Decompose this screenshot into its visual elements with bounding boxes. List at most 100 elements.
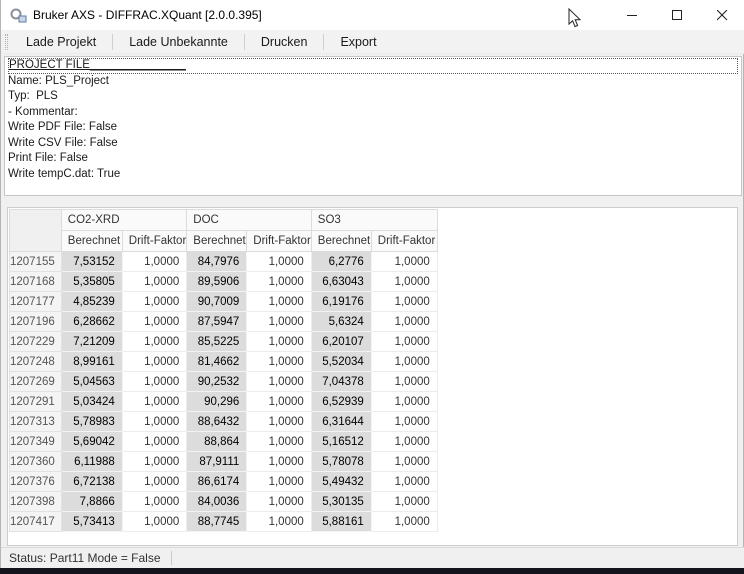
drift-faktor-cell[interactable]: 1,0000: [122, 392, 187, 412]
drucken-button[interactable]: Drucken: [249, 32, 320, 52]
berechnet-cell[interactable]: 6,20107: [311, 332, 371, 352]
lade-unbekannte-button[interactable]: Lade Unbekannte: [117, 32, 240, 52]
berechnet-cell[interactable]: 6,63043: [311, 272, 371, 292]
export-button[interactable]: Export: [328, 32, 388, 52]
berechnet-cell[interactable]: 5,04563: [61, 372, 122, 392]
berechnet-cell[interactable]: 86,6174: [187, 472, 247, 492]
col-header-berechnet[interactable]: Berechnet: [311, 231, 371, 252]
drift-faktor-cell[interactable]: 1,0000: [122, 432, 187, 452]
drift-faktor-cell[interactable]: 1,0000: [122, 252, 187, 272]
row-id-cell[interactable]: 1207155: [10, 252, 62, 272]
berechnet-cell[interactable]: 90,2532: [187, 372, 247, 392]
drift-faktor-cell[interactable]: 1,0000: [122, 492, 187, 512]
berechnet-cell[interactable]: 5,73413: [61, 512, 122, 532]
row-id-cell[interactable]: 1207269: [10, 372, 62, 392]
close-button[interactable]: [700, 0, 744, 30]
titlebar[interactable]: Bruker AXS - DIFFRAC.XQuant [2.0.0.395]: [1, 0, 744, 30]
drift-faktor-cell[interactable]: 1,0000: [247, 292, 312, 312]
maximize-button[interactable]: [655, 0, 700, 30]
drift-faktor-cell[interactable]: 1,0000: [371, 452, 437, 472]
drift-faktor-cell[interactable]: 1,0000: [122, 332, 187, 352]
drift-faktor-cell[interactable]: 1,0000: [371, 292, 437, 312]
drift-faktor-cell[interactable]: 1,0000: [247, 312, 312, 332]
berechnet-cell[interactable]: 90,7009: [187, 292, 247, 312]
minimize-button[interactable]: [610, 0, 655, 30]
row-id-cell[interactable]: 1207360: [10, 452, 62, 472]
drift-faktor-cell[interactable]: 1,0000: [247, 372, 312, 392]
berechnet-cell[interactable]: 5,03424: [61, 392, 122, 412]
berechnet-cell[interactable]: 84,0036: [187, 492, 247, 512]
drift-faktor-cell[interactable]: 1,0000: [371, 492, 437, 512]
lade-projekt-button[interactable]: Lade Projekt: [14, 32, 108, 52]
drift-faktor-cell[interactable]: 1,0000: [371, 352, 437, 372]
col-header-drift-faktor[interactable]: Drift-Faktor: [247, 231, 312, 252]
drift-faktor-cell[interactable]: 1,0000: [247, 452, 312, 472]
berechnet-cell[interactable]: 81,4662: [187, 352, 247, 372]
row-id-cell[interactable]: 1207376: [10, 472, 62, 492]
toolbar-grip-icon[interactable]: [5, 34, 8, 50]
berechnet-cell[interactable]: 6,31644: [311, 412, 371, 432]
row-id-cell[interactable]: 1207291: [10, 392, 62, 412]
drift-faktor-cell[interactable]: 1,0000: [122, 372, 187, 392]
drift-faktor-cell[interactable]: 1,0000: [247, 412, 312, 432]
row-id-cell[interactable]: 1207229: [10, 332, 62, 352]
group-header-co2-xrd[interactable]: CO2-XRD: [61, 210, 187, 231]
drift-faktor-cell[interactable]: 1,0000: [371, 332, 437, 352]
results-panel[interactable]: CO2-XRD DOC SO3 Berechnet Drift-Faktor B…: [7, 207, 738, 546]
berechnet-cell[interactable]: 5,78983: [61, 412, 122, 432]
berechnet-cell[interactable]: 7,8866: [61, 492, 122, 512]
drift-faktor-cell[interactable]: 1,0000: [247, 432, 312, 452]
berechnet-cell[interactable]: 5,30135: [311, 492, 371, 512]
drift-faktor-cell[interactable]: 1,0000: [122, 472, 187, 492]
drift-faktor-cell[interactable]: 1,0000: [122, 512, 187, 532]
drift-faktor-cell[interactable]: 1,0000: [247, 392, 312, 412]
berechnet-cell[interactable]: 4,85239: [61, 292, 122, 312]
berechnet-cell[interactable]: 5,49432: [311, 472, 371, 492]
berechnet-cell[interactable]: 5,69042: [61, 432, 122, 452]
drift-faktor-cell[interactable]: 1,0000: [371, 312, 437, 332]
drift-faktor-cell[interactable]: 1,0000: [122, 272, 187, 292]
drift-faktor-cell[interactable]: 1,0000: [122, 412, 187, 432]
berechnet-cell[interactable]: 8,99161: [61, 352, 122, 372]
berechnet-cell[interactable]: 7,21209: [61, 332, 122, 352]
berechnet-cell[interactable]: 88,7745: [187, 512, 247, 532]
berechnet-cell[interactable]: 7,53152: [61, 252, 122, 272]
drift-faktor-cell[interactable]: 1,0000: [371, 432, 437, 452]
row-id-cell[interactable]: 1207196: [10, 312, 62, 332]
drift-faktor-cell[interactable]: 1,0000: [247, 472, 312, 492]
drift-faktor-cell[interactable]: 1,0000: [371, 412, 437, 432]
drift-faktor-cell[interactable]: 1,0000: [247, 492, 312, 512]
berechnet-cell[interactable]: 84,7976: [187, 252, 247, 272]
berechnet-cell[interactable]: 6,28662: [61, 312, 122, 332]
berechnet-cell[interactable]: 7,04378: [311, 372, 371, 392]
row-id-cell[interactable]: 1207398: [10, 492, 62, 512]
drift-faktor-cell[interactable]: 1,0000: [247, 512, 312, 532]
drift-faktor-cell[interactable]: 1,0000: [371, 272, 437, 292]
drift-faktor-cell[interactable]: 1,0000: [122, 352, 187, 372]
berechnet-cell[interactable]: 6,19176: [311, 292, 371, 312]
col-header-berechnet[interactable]: Berechnet: [61, 231, 122, 252]
row-id-cell[interactable]: 1207349: [10, 432, 62, 452]
berechnet-cell[interactable]: 88,864: [187, 432, 247, 452]
berechnet-cell[interactable]: 5,52034: [311, 352, 371, 372]
berechnet-cell[interactable]: 87,5947: [187, 312, 247, 332]
berechnet-cell[interactable]: 6,11988: [61, 452, 122, 472]
drift-faktor-cell[interactable]: 1,0000: [371, 512, 437, 532]
project-info-panel[interactable]: PROJECT FILE_______________ Name: PLS_Pr…: [4, 56, 742, 196]
berechnet-cell[interactable]: 6,72138: [61, 472, 122, 492]
berechnet-cell[interactable]: 90,296: [187, 392, 247, 412]
berechnet-cell[interactable]: 5,35805: [61, 272, 122, 292]
berechnet-cell[interactable]: 6,2776: [311, 252, 371, 272]
berechnet-cell[interactable]: 87,9111: [187, 452, 247, 472]
drift-faktor-cell[interactable]: 1,0000: [122, 452, 187, 472]
berechnet-cell[interactable]: 88,6432: [187, 412, 247, 432]
col-header-berechnet[interactable]: Berechnet: [187, 231, 247, 252]
berechnet-cell[interactable]: 89,5906: [187, 272, 247, 292]
drift-faktor-cell[interactable]: 1,0000: [247, 252, 312, 272]
row-id-cell[interactable]: 1207417: [10, 512, 62, 532]
drift-faktor-cell[interactable]: 1,0000: [247, 272, 312, 292]
col-header-drift-faktor[interactable]: Drift-Faktor: [122, 231, 187, 252]
berechnet-cell[interactable]: 5,6324: [311, 312, 371, 332]
drift-faktor-cell[interactable]: 1,0000: [122, 292, 187, 312]
berechnet-cell[interactable]: 6,52939: [311, 392, 371, 412]
